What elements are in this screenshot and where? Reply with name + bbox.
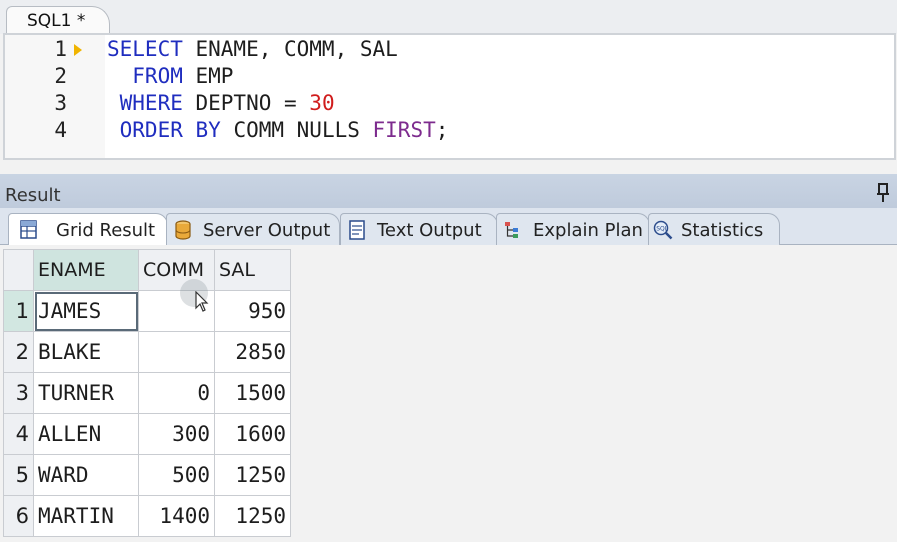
table-row[interactable]: 5 WARD 500 1250	[3, 454, 291, 496]
code-token: ;	[435, 118, 449, 142]
code-token: COMM NULLS	[220, 118, 373, 142]
cell-comm[interactable]: 500	[138, 454, 215, 496]
cell-comm[interactable]: 1400	[138, 495, 215, 537]
cell-sal[interactable]: 1600	[214, 413, 291, 455]
tree-plan-icon	[505, 222, 518, 238]
code-num-token: 30	[309, 91, 335, 115]
code-kw-purple-token: FIRST	[372, 118, 436, 142]
cell-comm[interactable]: 300	[138, 413, 215, 455]
cell-sal[interactable]: 2850	[214, 331, 291, 373]
table-row[interactable]: 1 JAMES 950	[3, 290, 291, 332]
result-grid-area: ENAME COMM SAL 1 JAMES 950 2 BLAKE 2850 …	[0, 245, 897, 542]
table-row[interactable]: 2 BLAKE 2850	[3, 331, 291, 373]
tab-label: Server Output	[203, 220, 331, 241]
code-kw-token: WHERE	[107, 91, 183, 115]
cell-ename[interactable]: BLAKE	[33, 331, 139, 373]
text-document-icon	[349, 220, 365, 240]
cell-ename[interactable]: ALLEN	[33, 413, 139, 455]
tab-label: Grid Result	[56, 220, 156, 241]
sql-editor[interactable]: 1 2 3 4 SELECT ENAME, COMM, SAL FROM EMP…	[3, 33, 896, 160]
tab-explain-plan[interactable]: Explain Plan	[496, 213, 650, 245]
code-token: DEPTNO =	[182, 91, 310, 115]
code-kw-token: SELECT	[107, 37, 183, 61]
pin-icon[interactable]	[876, 183, 890, 203]
tab-statistics[interactable]: SQL Statistics	[648, 213, 780, 245]
tab-label: Text Output	[377, 220, 482, 241]
sql-magnifier-icon: SQL	[653, 220, 673, 240]
cell-sal[interactable]: 1250	[214, 454, 291, 496]
table-row[interactable]: 4 ALLEN 300 1600	[3, 413, 291, 455]
row-number[interactable]: 2	[3, 331, 34, 373]
grid-icon	[20, 220, 37, 239]
line-number: 1	[54, 37, 67, 61]
table-row[interactable]: 3 TURNER 0 1500	[3, 372, 291, 414]
tab-label: Explain Plan	[533, 220, 643, 241]
current-statement-marker-icon	[74, 44, 82, 56]
tab-sql1[interactable]: SQL1 *	[6, 6, 110, 34]
column-header-sal[interactable]: SAL	[214, 249, 291, 291]
tab-sql1-label: SQL1 *	[27, 11, 86, 31]
cell-ename[interactable]: JAMES	[33, 290, 139, 332]
table-row[interactable]: 6 MARTIN 1400 1250	[3, 495, 291, 537]
code-line[interactable]: WHERE DEPTNO = 30	[107, 91, 335, 115]
row-number[interactable]: 1	[3, 290, 34, 332]
database-icon	[175, 220, 191, 240]
code-line[interactable]: SELECT ENAME, COMM, SAL	[107, 37, 398, 61]
result-tab-strip: Grid Result Server Output Text Output Ex…	[0, 208, 897, 246]
cell-comm[interactable]: 0	[138, 372, 215, 414]
tab-label: Statistics	[681, 220, 764, 241]
cell-ename[interactable]: WARD	[33, 454, 139, 496]
code-token: ENAME, COMM, SAL	[182, 37, 398, 61]
mouse-pointer-icon	[195, 291, 209, 312]
row-number[interactable]: 4	[3, 413, 34, 455]
grid-header-row: ENAME COMM SAL	[3, 249, 291, 291]
row-number[interactable]: 6	[3, 495, 34, 537]
cell-comm[interactable]	[138, 331, 215, 373]
tab-grid-result[interactable]: Grid Result	[8, 213, 168, 246]
row-number[interactable]: 3	[3, 372, 34, 414]
line-number-gutter: 1 2 3 4	[5, 35, 105, 158]
cell-sal[interactable]: 950	[214, 290, 291, 332]
tab-server-output[interactable]: Server Output	[166, 213, 340, 245]
line-number: 2	[54, 64, 67, 88]
code-line[interactable]: FROM EMP	[107, 64, 233, 88]
svg-text:SQL: SQL	[656, 226, 669, 233]
line-number: 3	[54, 91, 67, 115]
result-grid[interactable]: ENAME COMM SAL 1 JAMES 950 2 BLAKE 2850 …	[3, 249, 291, 537]
cell-sal[interactable]: 1250	[214, 495, 291, 537]
row-number[interactable]: 5	[3, 454, 34, 496]
cell-ename[interactable]: MARTIN	[33, 495, 139, 537]
code-line[interactable]: ORDER BY COMM NULLS FIRST;	[107, 118, 449, 142]
cell-sal[interactable]: 1500	[214, 372, 291, 414]
column-header-ename[interactable]: ENAME	[33, 249, 139, 291]
cell-ename[interactable]: TURNER	[33, 372, 139, 414]
grid-corner-cell[interactable]	[3, 249, 34, 291]
editor-tab-strip: SQL1 *	[0, 0, 897, 34]
tab-text-output[interactable]: Text Output	[340, 213, 498, 245]
code-kw-token: ORDER BY	[107, 118, 221, 142]
line-number: 4	[54, 118, 67, 142]
result-panel-title: Result	[5, 185, 61, 206]
result-panel-header: Result	[0, 174, 897, 208]
code-kw-token: FROM	[107, 64, 183, 88]
code-token: EMP	[182, 64, 234, 88]
